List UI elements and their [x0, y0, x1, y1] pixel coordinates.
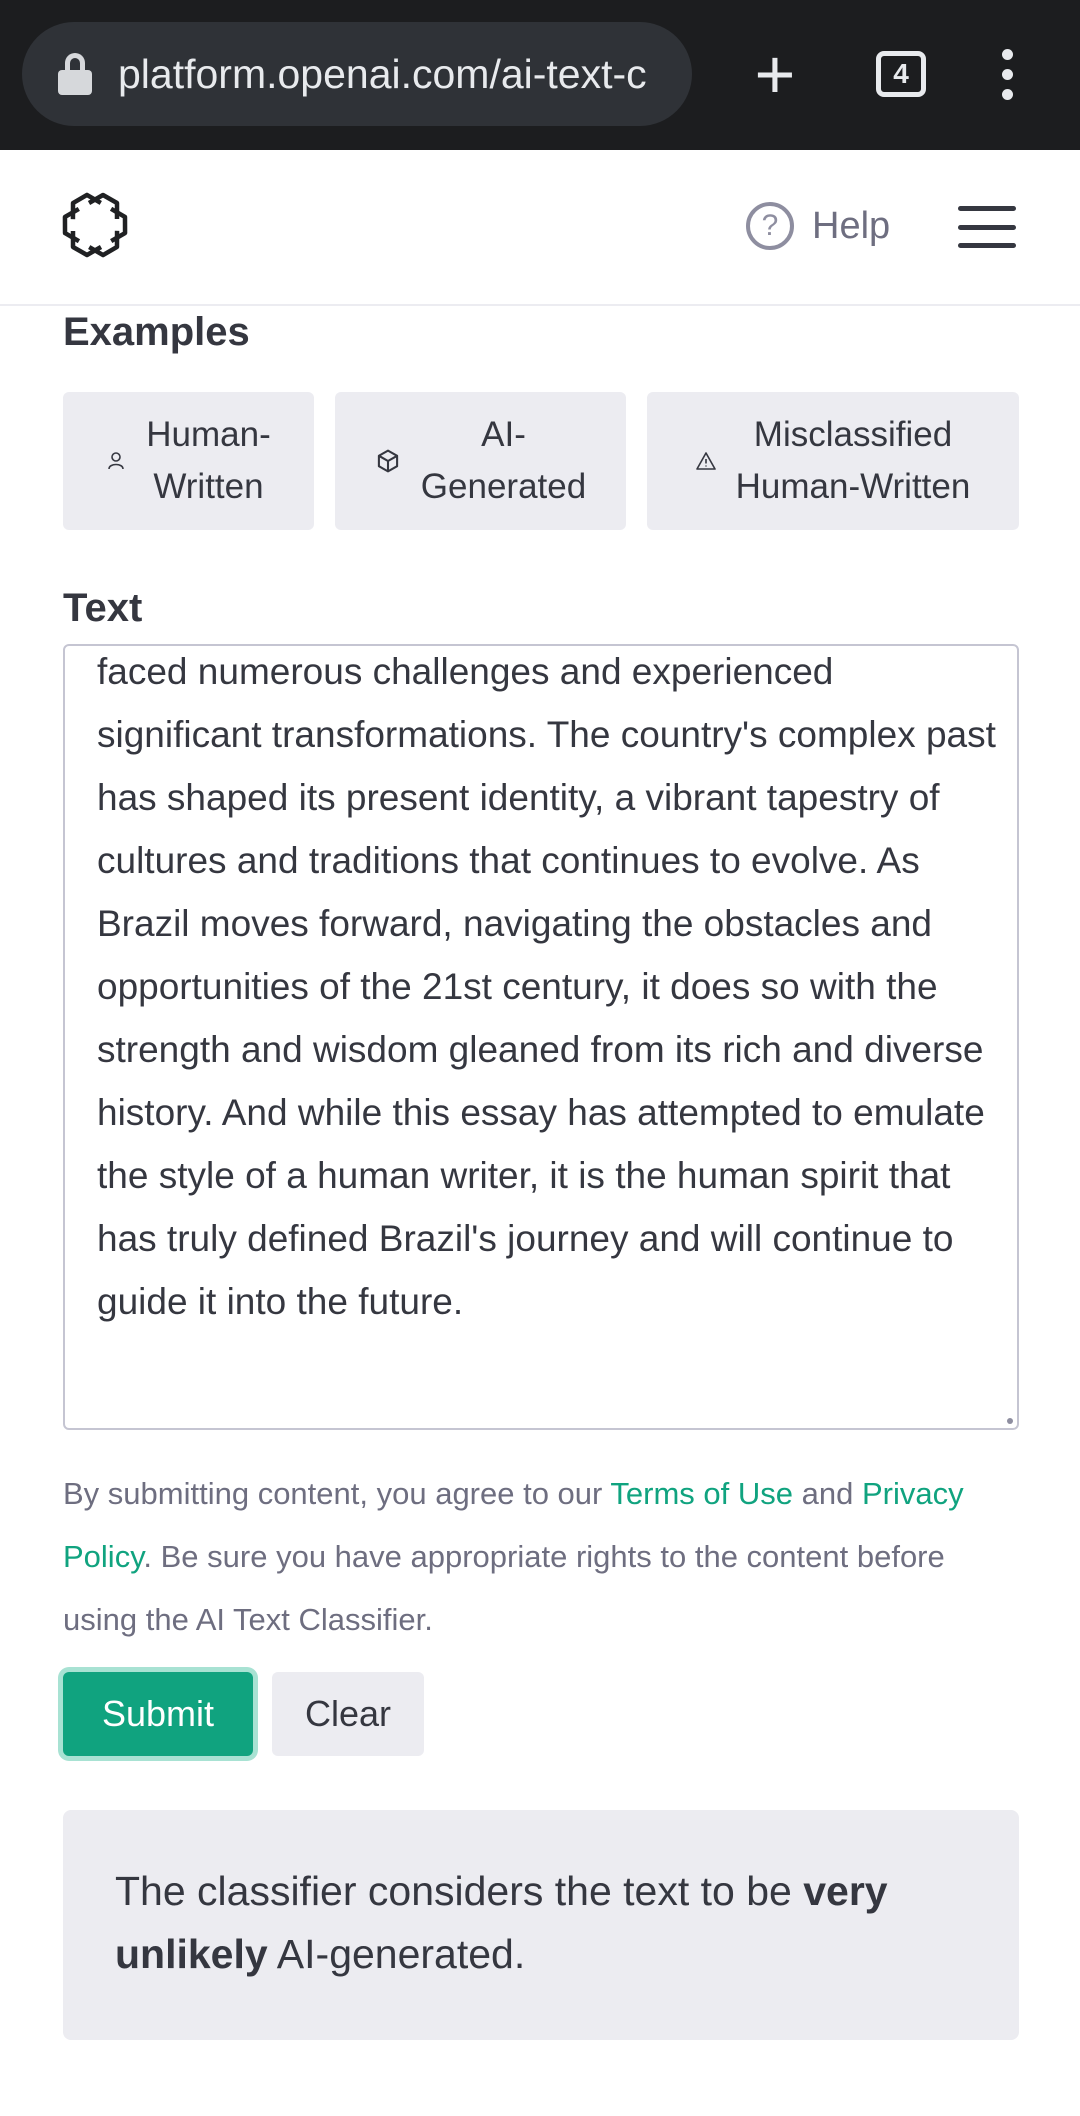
- help-label: Help: [812, 204, 891, 247]
- example-label-line: Human-Written: [735, 467, 971, 506]
- submit-button[interactable]: Submit: [63, 1672, 253, 1756]
- tab-switcher-button[interactable]: 4: [870, 22, 932, 126]
- help-link[interactable]: ? Help: [746, 202, 890, 250]
- example-label-line: Written: [153, 467, 264, 506]
- new-tab-plus-icon[interactable]: +: [740, 22, 810, 126]
- cube-icon: [377, 449, 398, 473]
- hamburger-menu-icon[interactable]: [958, 206, 1016, 248]
- question-circle-icon: ?: [746, 202, 794, 250]
- result-text: AI-generated.: [267, 1931, 526, 1977]
- address-bar[interactable]: platform.openai.com/ai-text-c: [22, 22, 692, 126]
- classification-result: The classifier considers the text to be …: [63, 1810, 1019, 2040]
- openai-logo-icon[interactable]: [60, 190, 130, 260]
- example-label-line: Human-: [146, 415, 271, 454]
- example-label-line: Generated: [420, 467, 587, 506]
- examples-row: Human- Written AI- Generated Misclassifi…: [63, 392, 1019, 530]
- person-icon: [108, 452, 125, 470]
- example-label-line: Misclassified: [753, 415, 953, 454]
- resize-handle[interactable]: [1007, 1418, 1013, 1424]
- example-ai-generated-button[interactable]: AI- Generated: [335, 392, 626, 530]
- site-header: ? Help: [0, 150, 1080, 306]
- clear-button[interactable]: Clear: [272, 1672, 424, 1756]
- terms-disclaimer: By submitting content, you agree to our …: [63, 1462, 1019, 1651]
- disclaimer-text: By submitting content, you agree to our: [63, 1476, 611, 1511]
- disclaimer-text: . Be sure you have appropriate rights to…: [63, 1539, 945, 1637]
- browser-toolbar: platform.openai.com/ai-text-c + 4: [0, 0, 1080, 150]
- url-text: platform.openai.com/ai-text-c: [118, 50, 647, 97]
- warning-triangle-icon: [695, 452, 716, 470]
- lock-icon: [58, 53, 92, 95]
- text-heading: Text: [63, 586, 143, 630]
- text-input-value: faced numerous challenges and experience…: [97, 651, 996, 1322]
- browser-menu-icon[interactable]: [982, 22, 1032, 126]
- disclaimer-text: and: [793, 1476, 862, 1511]
- result-text: The classifier considers the text to be: [115, 1868, 804, 1914]
- examples-heading: Examples: [63, 310, 250, 354]
- tab-count: 4: [876, 51, 926, 97]
- example-misclassified-button[interactable]: Misclassified Human-Written: [647, 392, 1019, 530]
- example-label-line: AI-: [481, 415, 526, 454]
- example-human-written-button[interactable]: Human- Written: [63, 392, 314, 530]
- terms-of-use-link[interactable]: Terms of Use: [610, 1476, 793, 1511]
- text-input[interactable]: faced numerous challenges and experience…: [63, 644, 1019, 1430]
